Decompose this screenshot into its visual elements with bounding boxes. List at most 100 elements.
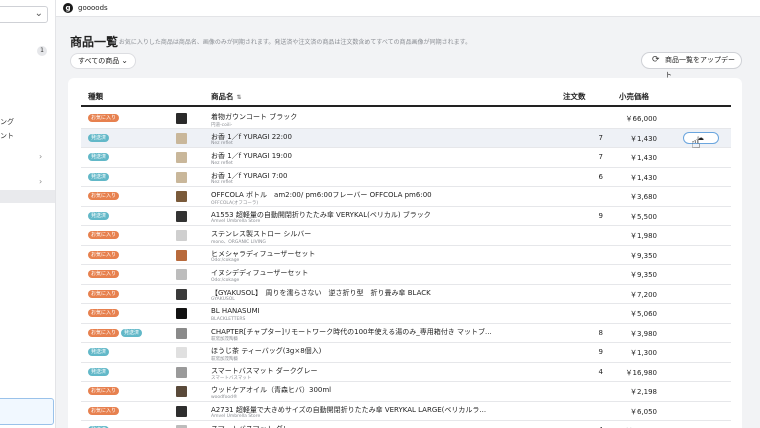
shipped-badge: 発送済: [88, 367, 110, 376]
product-name[interactable]: CHAPTER[チャプター]リモートワーク時代の100年使える湯のみ_専用箱付き…: [211, 327, 492, 337]
favorite-badge: お気に入り: [88, 387, 120, 395]
filter-dropdown[interactable]: すべての商品 ⌄: [70, 53, 136, 69]
table-row[interactable]: 発送済スマートバスマット グレースマートバスマット4￥16,980: [81, 421, 731, 428]
product-name[interactable]: お香 1／f YURAGI 7:00: [211, 171, 287, 181]
sidebar: ⌄ 1 ング ント › ›: [0, 0, 56, 428]
column-header-qty: 注文数: [563, 92, 586, 101]
favorite-badge: お気に入り: [88, 192, 120, 200]
table-row[interactable]: 発送済 お香 1／f YURAGI 22:00 Nez reflet 7 ￥1,430 ☁: [81, 128, 731, 148]
table-row[interactable]: 発送済 ほうじ茶 ティーバッグ(3g×8個入) 萩窯加茂陶藝 9 ￥1,300: [81, 343, 731, 363]
product-thumbnail[interactable]: [176, 249, 187, 261]
sort-icon[interactable]: ⇅: [237, 94, 242, 101]
product-name[interactable]: 【GYAKUSOL】 周りを濡らさない 逆さ折り型 折り畳み傘 BLACK: [211, 288, 431, 298]
table-row[interactable]: お気に入り BL HANASUMI BLACKLETTERS ￥5,060: [81, 304, 731, 324]
retail-price: ￥1,980: [629, 232, 657, 240]
sidebar-item-label[interactable]: ント: [0, 131, 14, 141]
sidebar-item-active[interactable]: [0, 190, 55, 203]
product-name[interactable]: 着物ガウンコート ブラック: [211, 112, 297, 122]
favorite-badge: お気に入り: [88, 270, 120, 278]
table-row[interactable]: お気に入り ステンレス製ストロー シルバー mono、ORGANIC LIVING ￥…: [81, 226, 731, 246]
product-shop: Amvel Umbrella Store: [211, 219, 261, 224]
product-name[interactable]: OFFCOLA ボトル am2:00/ pm6:00フレーバー OFFCOLA …: [211, 190, 432, 200]
filter-label: すべての商品: [78, 57, 120, 65]
table-row[interactable]: お気に入り 【GYAKUSOL】 周りを濡らさない 逆さ折り型 折り畳み傘 BLA…: [81, 285, 731, 304]
product-thumbnail[interactable]: [176, 171, 187, 183]
shipped-badge: 発送済: [88, 211, 110, 220]
order-quantity: 7: [598, 133, 603, 142]
product-name[interactable]: ヒメシャラディフューザーセット: [211, 249, 315, 259]
product-name[interactable]: イヌシデディフューザーセット: [211, 268, 308, 278]
favorite-badge: お気に入り: [88, 289, 120, 298]
product-thumbnail[interactable]: [176, 269, 187, 280]
product-thumbnail[interactable]: [176, 288, 187, 300]
favorite-badge: お気に入り: [88, 231, 120, 239]
favorite-badge: お気に入り: [88, 328, 120, 337]
sidebar-select[interactable]: ⌄: [0, 6, 48, 23]
order-quantity: 9: [598, 211, 603, 220]
product-shop: 萩窯加茂陶藝: [211, 337, 238, 342]
product-name[interactable]: お香 1／f YURAGI 19:00: [211, 151, 292, 161]
update-list-button[interactable]: ⟳ 商品一覧をアップデート: [641, 52, 742, 79]
top-bar: g goooods: [56, 0, 760, 17]
hand-pointer-icon: ☝: [691, 133, 701, 152]
product-name[interactable]: A1553 超軽量の自動開閉折りたたみ傘 VERYKAL(ベリカル) ブラック: [211, 210, 431, 220]
product-name[interactable]: A2731 超軽量で大きめサイズの自動開閉折りたたみ傘 VERYKAL LARG…: [211, 405, 486, 415]
table-row[interactable]: お気に入り 着物ガウンコート ブラック 円道-coili- ￥66,000: [81, 109, 731, 129]
retail-price: ￥9,350: [629, 271, 657, 279]
product-name[interactable]: スマートバスマット ダークグレー: [211, 366, 318, 376]
shipped-badge: 発送済: [88, 153, 110, 161]
product-name[interactable]: スマートバスマット グレー: [211, 424, 297, 428]
product-thumbnail[interactable]: [176, 132, 187, 144]
product-thumbnail[interactable]: [176, 113, 187, 124]
sync-image-button[interactable]: ☁: [683, 131, 719, 144]
product-thumbnail[interactable]: [176, 210, 187, 222]
product-thumbnail[interactable]: [176, 405, 187, 417]
product-shop: woodfood®: [211, 394, 238, 400]
product-thumbnail[interactable]: [176, 308, 187, 319]
sidebar-item-label[interactable]: ング: [0, 117, 14, 127]
table-row[interactable]: 発送済 お香 1／f YURAGI 7:00 Nez reflet 6 ￥1,430: [81, 168, 731, 187]
favorite-badge: お気に入り: [88, 406, 120, 415]
product-name[interactable]: ほうじ茶 ティーバッグ(3g×8個入): [211, 346, 321, 356]
brand-logo-icon[interactable]: g: [63, 3, 73, 13]
table-row[interactable]: お気に入り 発送済 CHAPTER[チャプター]リモートワーク時代の100年使える湯…: [81, 324, 731, 343]
product-thumbnail[interactable]: [176, 327, 187, 339]
product-thumbnail[interactable]: [176, 386, 187, 397]
retail-price: ￥2,198: [629, 388, 657, 396]
retail-price: ￥9,350: [629, 251, 657, 260]
product-thumbnail[interactable]: [176, 366, 187, 378]
shipped-badge: 発送済: [88, 133, 110, 142]
refresh-icon: ⟳: [652, 55, 660, 65]
product-name[interactable]: ウッドケアオイル（青森ヒバ）300ml: [211, 385, 331, 395]
product-thumbnail[interactable]: [176, 191, 187, 202]
table-row[interactable]: 発送済 スマートバスマット ダークグレー スマートバスマット 4 ￥16,980: [81, 363, 731, 382]
product-thumbnail[interactable]: [176, 230, 187, 241]
product-name[interactable]: BL HANASUMI: [211, 307, 260, 315]
table-row[interactable]: お気に入り OFFCOLA ボトル am2:00/ pm6:00フレーバー OFF…: [81, 187, 731, 207]
favorite-badge: お気に入り: [88, 250, 120, 259]
table-row[interactable]: 発送済 A1553 超軽量の自動開閉折りたたみ傘 VERYKAL(ベリカル) ブラ…: [81, 207, 731, 226]
product-name[interactable]: ステンレス製ストロー シルバー: [211, 229, 311, 239]
product-shop: OFFCOLA(オフコーラ): [211, 200, 259, 206]
column-header-name[interactable]: 商品名 ⇅: [211, 91, 242, 102]
retail-price: ￥3,980: [629, 329, 657, 338]
order-quantity: 4: [598, 367, 603, 376]
table-row[interactable]: 発送済 お香 1／f YURAGI 19:00 Nez reflet 7 ￥1,430: [81, 148, 731, 168]
shipped-badge: 発送済: [88, 348, 110, 356]
sidebar-bottom-panel[interactable]: [0, 398, 54, 425]
shipped-badge: 発送済: [88, 172, 110, 181]
product-name[interactable]: お香 1／f YURAGI 22:00: [211, 132, 292, 142]
favorite-badge: お気に入り: [88, 309, 120, 317]
table-row[interactable]: お気に入り イヌシデディフューザーセット Odo:/cokage ￥9,350: [81, 265, 731, 285]
product-thumbnail[interactable]: [176, 347, 187, 358]
column-header-price: 小売価格: [619, 92, 649, 101]
product-thumbnail[interactable]: [176, 152, 187, 163]
brand-name[interactable]: goooods: [78, 4, 108, 12]
chevron-right-icon[interactable]: ›: [39, 152, 42, 161]
table-row[interactable]: お気に入り ウッドケアオイル（青森ヒバ）300ml woodfood® ￥2,198: [81, 382, 731, 402]
retail-price: ￥66,000: [625, 115, 658, 123]
retail-price: ￥1,430: [629, 173, 657, 182]
chevron-right-icon[interactable]: ›: [39, 177, 42, 186]
table-row[interactable]: お気に入り A2731 超軽量で大きめサイズの自動開閉折りたたみ傘 VERYKAL…: [81, 402, 731, 421]
table-row[interactable]: お気に入り ヒメシャラディフューザーセット Odo:/cokage ￥9,350: [81, 246, 731, 265]
